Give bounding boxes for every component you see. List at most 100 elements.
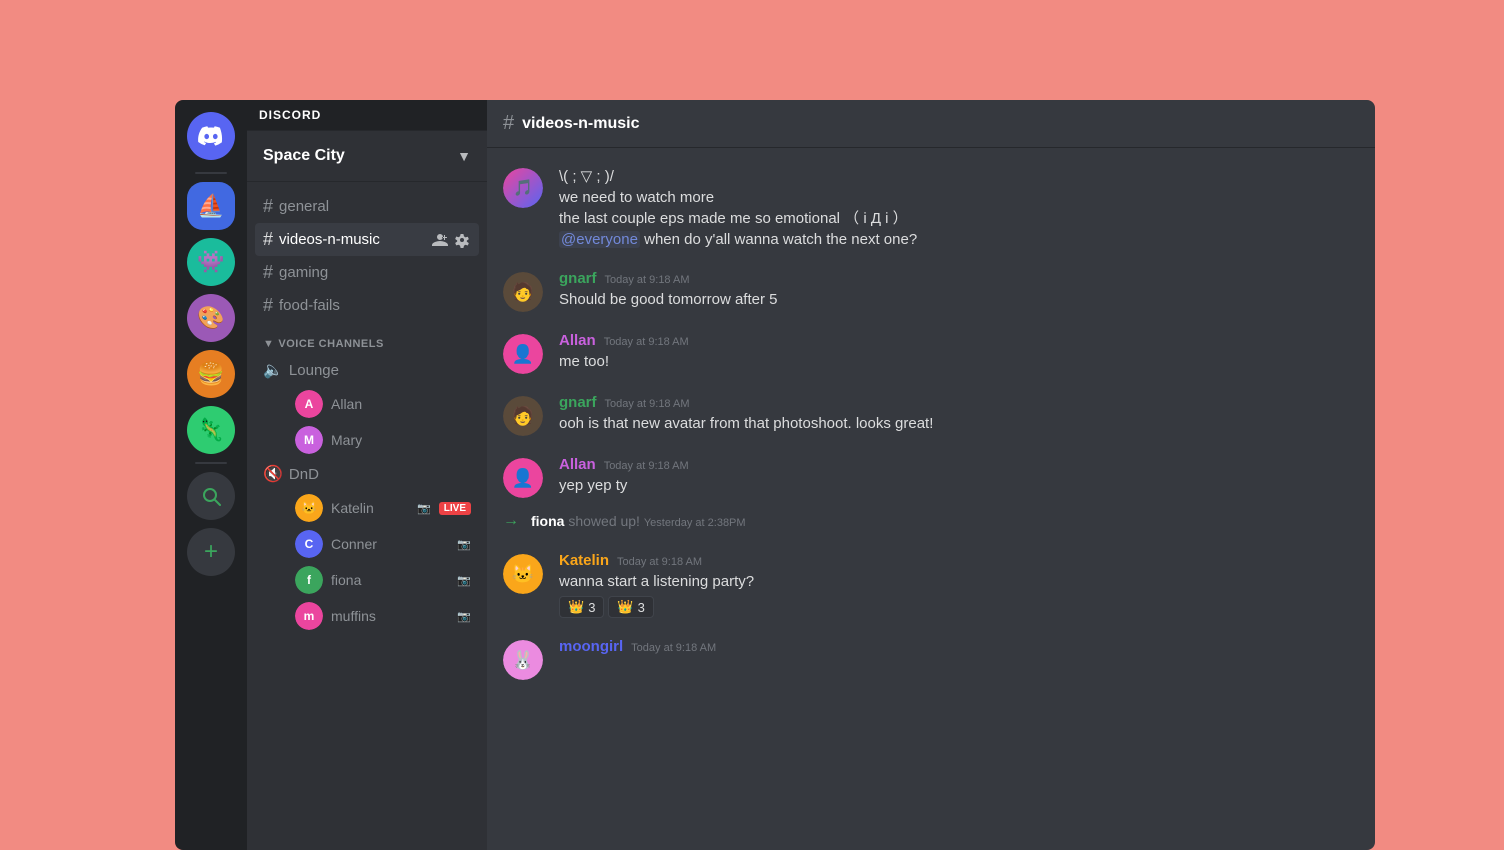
channel-item-general[interactable]: # general	[255, 190, 479, 223]
channel-hash-icon: #	[263, 229, 273, 250]
channel-item-dnd[interactable]: 🔇 DnD	[255, 458, 479, 490]
channel-action-icons	[431, 231, 471, 249]
message-timestamp: Today at 9:18 AM	[631, 642, 716, 654]
server-divider	[195, 172, 227, 174]
voice-user-avatar: m	[295, 602, 323, 630]
message-avatar: 🐰	[503, 640, 543, 680]
settings-icon[interactable]	[453, 231, 471, 249]
message-group-gnarf-1: 🧑 gnarf Today at 9:18 AM Should be good …	[487, 268, 1375, 314]
speaker-icon: 🔈	[263, 360, 283, 380]
category-collapse-icon: ▼	[263, 338, 274, 350]
voice-user-name: Allan	[331, 396, 471, 412]
message-text: ooh is that new avatar from that photosh…	[559, 413, 1359, 434]
channel-item-videos-n-music[interactable]: # videos-n-music	[255, 223, 479, 256]
server-icon-creature[interactable]: 🦎	[187, 406, 235, 454]
message-group-allan-2: 👤 Allan Today at 9:18 AM yep yep ty	[487, 454, 1375, 500]
server-icon-food[interactable]: 🍔	[187, 350, 235, 398]
video-camera-icon: 📷	[417, 502, 431, 515]
message-header: gnarf Today at 9:18 AM	[559, 394, 1359, 411]
voice-user-muffins[interactable]: m muffins 📷	[287, 598, 479, 634]
live-badge: LIVE	[439, 502, 471, 515]
message-header: moongirl Today at 9:18 AM	[559, 638, 1359, 655]
add-server-button[interactable]: +	[187, 528, 235, 576]
join-arrow-icon: →	[503, 512, 519, 530]
message-username[interactable]: moongirl	[559, 638, 623, 655]
server-divider-2	[195, 462, 227, 464]
message-avatar: 👤	[503, 458, 543, 498]
message-username[interactable]: Allan	[559, 332, 596, 349]
voice-user-conner[interactable]: C Conner 📷	[287, 526, 479, 562]
video-camera-icon: 📷	[457, 574, 471, 587]
message-timestamp: Today at 9:18 AM	[617, 556, 702, 568]
message-header: Katelin Today at 9:18 AM	[559, 552, 1359, 569]
system-action: showed up!	[568, 513, 644, 529]
server-list: ⛵ 👾 🎨 🍔 🦎 +	[175, 100, 247, 850]
server-icon-art[interactable]: 🎨	[187, 294, 235, 342]
voice-channels-category[interactable]: ▼ VOICE CHANNELS	[247, 322, 487, 354]
channel-name: videos-n-music	[279, 231, 380, 248]
message-timestamp: Today at 9:18 AM	[604, 460, 689, 472]
chat-area: # videos-n-music 🎵 \( ; ▽ ; )/ we need t…	[487, 100, 1375, 850]
reaction-crown-2[interactable]: 👑 3	[608, 596, 653, 618]
server-icon-sailboat[interactable]: ⛵	[187, 182, 235, 230]
server-name: Space City	[263, 147, 345, 165]
message-text: Should be good tomorrow after 5	[559, 289, 1359, 310]
message-header: Allan Today at 9:18 AM	[559, 456, 1359, 473]
message-username[interactable]: gnarf	[559, 270, 597, 287]
reactions: 👑 3 👑 3	[559, 596, 1359, 618]
discord-home-button[interactable]	[187, 112, 235, 160]
channel-hash-icon: #	[263, 262, 273, 283]
system-username[interactable]: fiona	[531, 513, 564, 529]
dnd-users: 🐱 Katelin 📷 LIVE C Conner 📷 f	[247, 490, 487, 634]
messages-container: 🎵 \( ; ▽ ; )/ we need to watch more the …	[487, 148, 1375, 850]
chat-header: # videos-n-music	[487, 100, 1375, 148]
message-content: gnarf Today at 9:18 AM ooh is that new a…	[559, 394, 1359, 436]
video-camera-icon: 📷	[457, 538, 471, 551]
message-header: gnarf Today at 9:18 AM	[559, 270, 1359, 287]
message-header: Allan Today at 9:18 AM	[559, 332, 1359, 349]
channel-sidebar: DISCORD Space City ▼ # general # videos-…	[247, 100, 487, 850]
message-group-gnarf-2: 🧑 gnarf Today at 9:18 AM ooh is that new…	[487, 392, 1375, 438]
video-camera-icon: 📷	[457, 610, 471, 623]
message-suffix: when do y'all wanna watch the next one?	[644, 231, 917, 248]
message-line-1: we need to watch more	[559, 187, 1359, 208]
message-content: gnarf Today at 9:18 AM Should be good to…	[559, 270, 1359, 312]
message-text: me too!	[559, 351, 1359, 372]
channel-name: general	[279, 198, 329, 215]
message-group-katelin: 🐱 Katelin Today at 9:18 AM wanna start a…	[487, 550, 1375, 620]
message-content: Allan Today at 9:18 AM me too!	[559, 332, 1359, 374]
voice-user-name: muffins	[331, 608, 449, 624]
add-member-icon[interactable]	[431, 231, 449, 249]
chat-header-hash: #	[503, 112, 514, 135]
channel-item-food-fails[interactable]: # food-fails	[255, 289, 479, 322]
reaction-count: 3	[638, 600, 645, 615]
discover-servers-button[interactable]	[187, 472, 235, 520]
channel-item-gaming[interactable]: # gaming	[255, 256, 479, 289]
voice-user-allan[interactable]: A Allan	[287, 386, 479, 422]
message-username[interactable]: Katelin	[559, 552, 609, 569]
channel-name: DnD	[289, 466, 319, 483]
voice-user-name: Katelin	[331, 500, 409, 516]
voice-user-avatar: M	[295, 426, 323, 454]
reaction-emoji: 👑	[617, 599, 633, 615]
voice-user-fiona[interactable]: f fiona 📷	[287, 562, 479, 598]
system-timestamp: Yesterday at 2:38PM	[644, 517, 746, 529]
message-avatar: 🎵	[503, 168, 543, 208]
message-timestamp: Today at 9:18 AM	[605, 398, 690, 410]
message-group-moongirl: 🐰 moongirl Today at 9:18 AM	[487, 636, 1375, 682]
reaction-emoji: 👑	[568, 599, 584, 615]
server-header[interactable]: Space City ▼	[247, 131, 487, 182]
channel-item-lounge[interactable]: 🔈 Lounge	[255, 354, 479, 386]
server-icon-alien[interactable]: 👾	[187, 238, 235, 286]
message-avatar: 🐱	[503, 554, 543, 594]
message-timestamp: Today at 9:18 AM	[605, 274, 690, 286]
message-username[interactable]: gnarf	[559, 394, 597, 411]
voice-user-katelin[interactable]: 🐱 Katelin 📷 LIVE	[287, 490, 479, 526]
channel-name: gaming	[279, 264, 328, 281]
message-content: Katelin Today at 9:18 AM wanna start a l…	[559, 552, 1359, 618]
voice-user-mary[interactable]: M Mary	[287, 422, 479, 458]
message-username[interactable]: Allan	[559, 456, 596, 473]
reaction-crown-1[interactable]: 👑 3	[559, 596, 604, 618]
message-content: moongirl Today at 9:18 AM	[559, 638, 1359, 680]
voice-user-name: Conner	[331, 536, 449, 552]
